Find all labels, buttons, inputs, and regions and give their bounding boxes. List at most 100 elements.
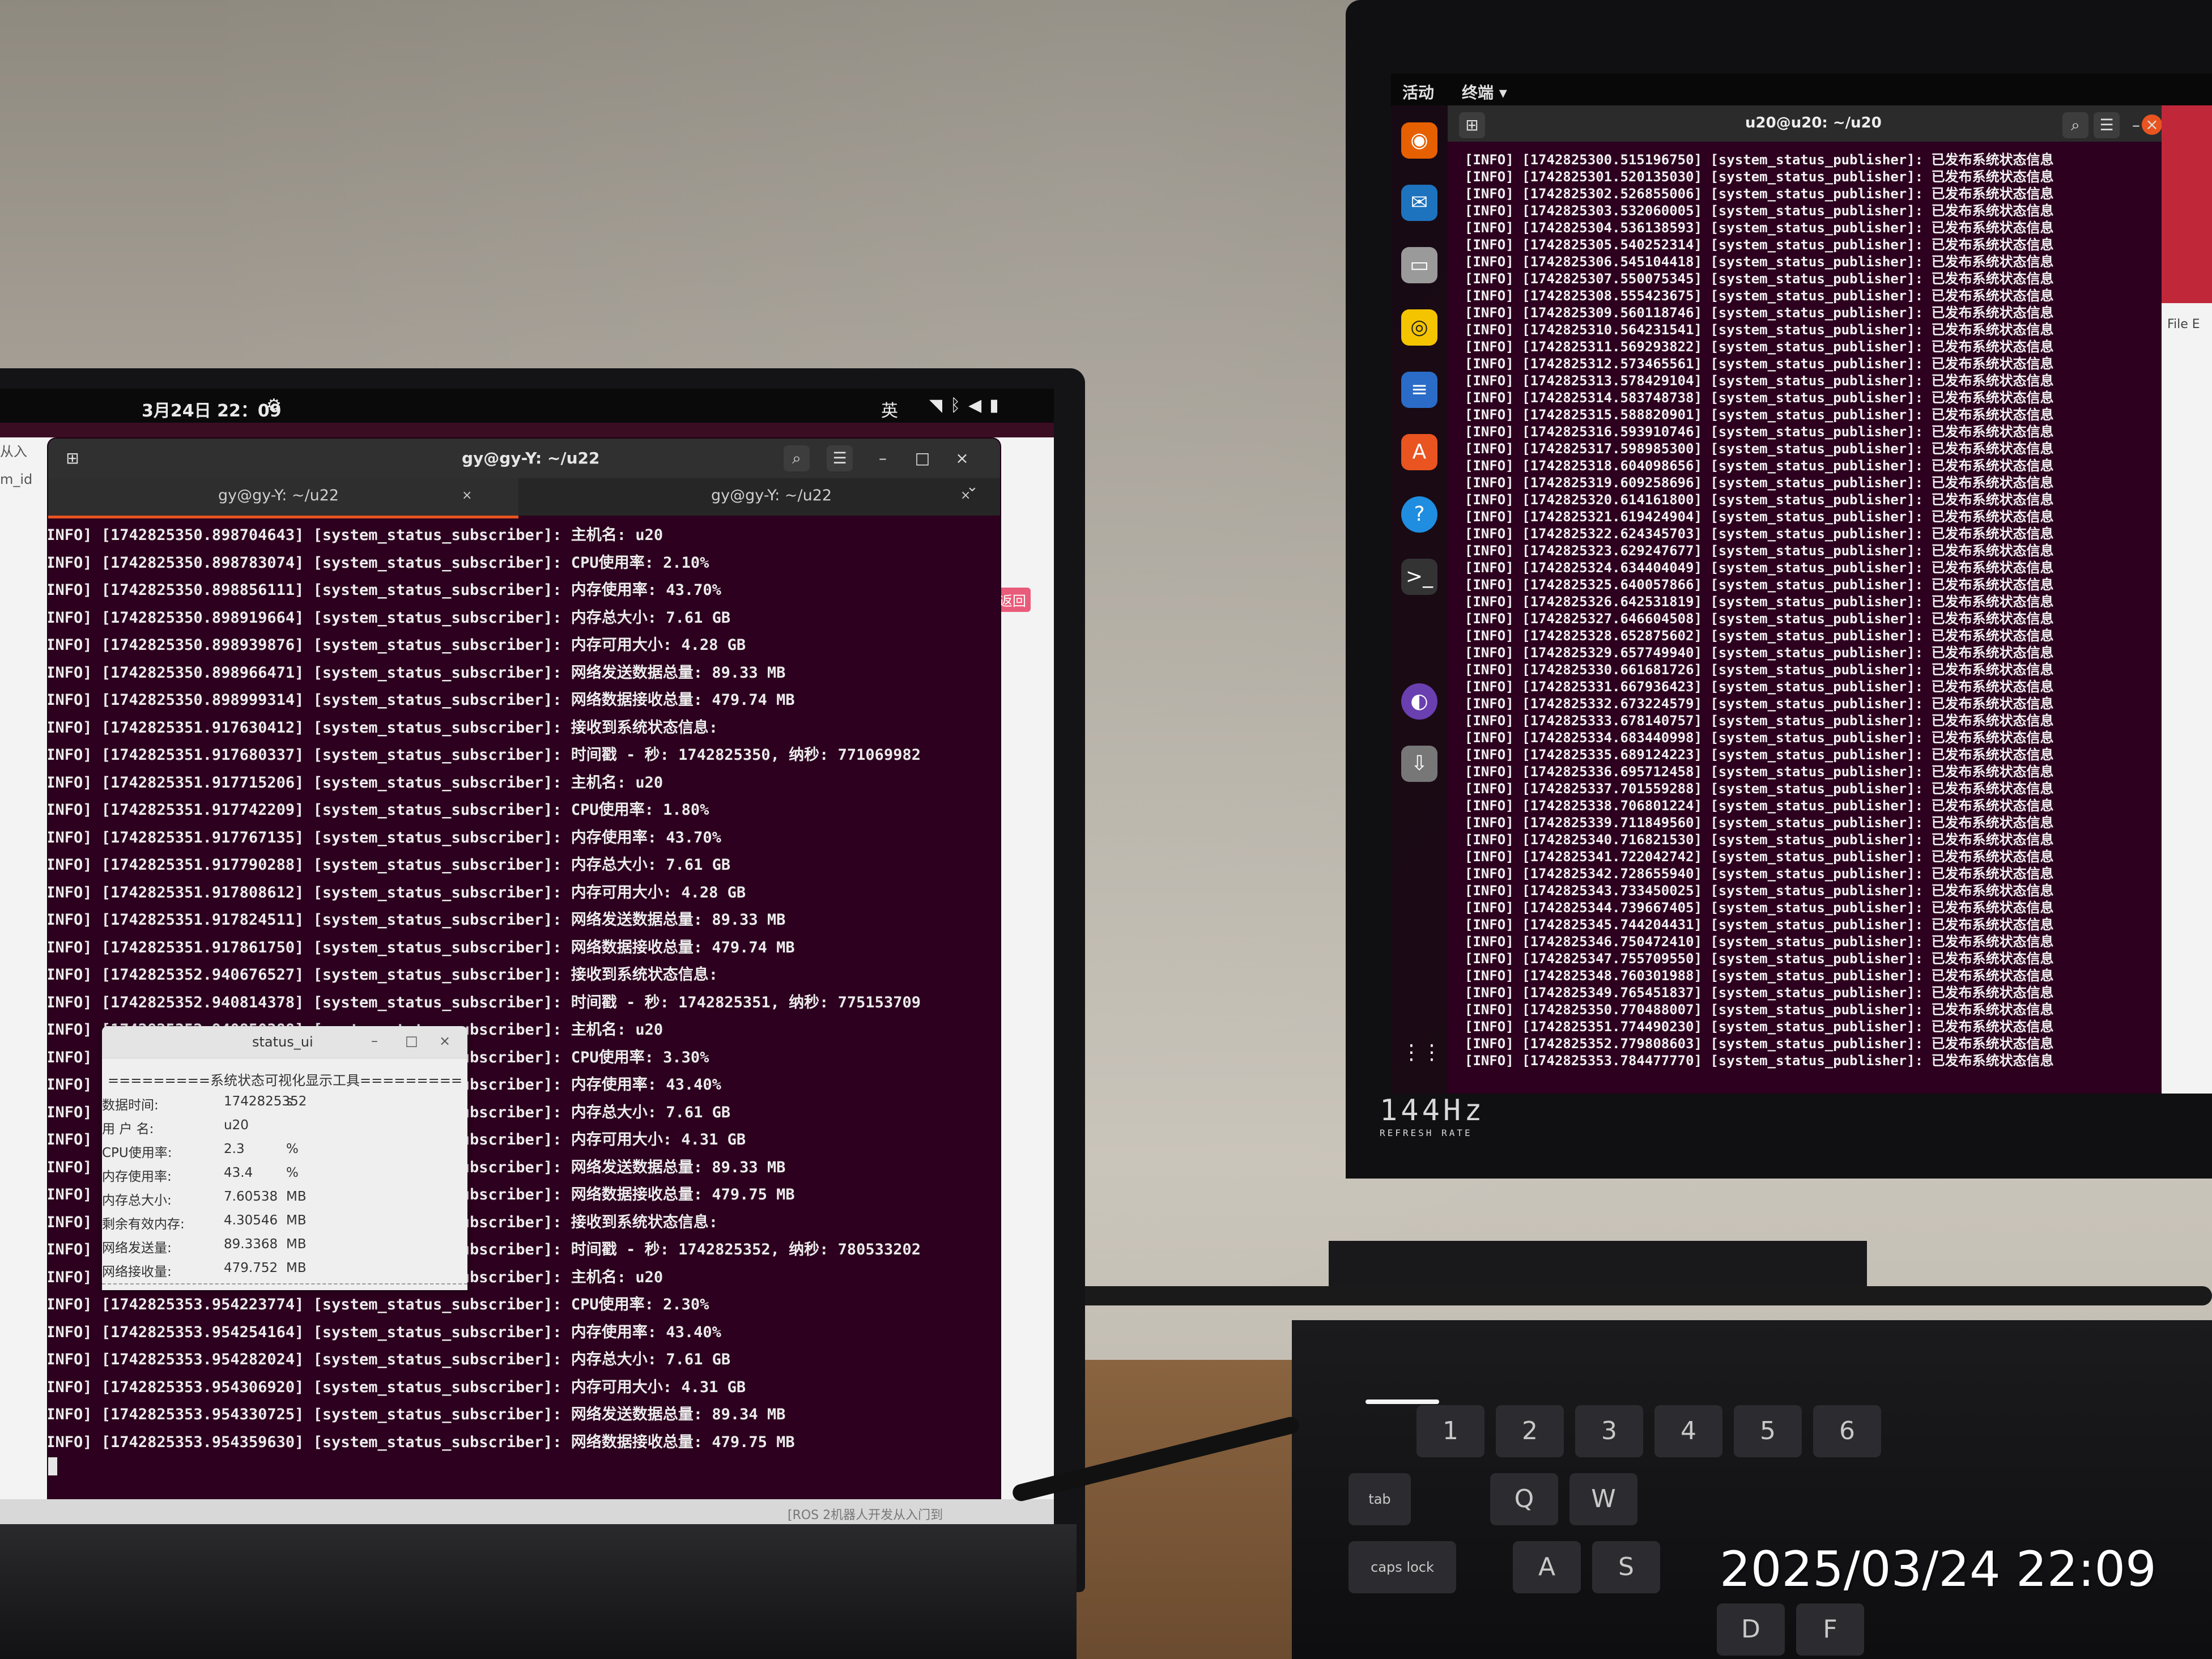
notification-bell-icon: ⚙ [266,395,282,415]
status-row-unit: MB [286,1237,307,1252]
publisher-log-line: [INFO] [1742825303.532060005] [system_st… [1465,203,2054,219]
publisher-log-line: [INFO] [1742825312.573465561] [system_st… [1465,356,2054,372]
status-row-unit: MB [286,1189,307,1204]
help-icon[interactable]: ? [1401,496,1437,533]
publisher-log-line: [INFO] [1742825335.689124223] [system_st… [1465,747,2054,763]
minimize-icon[interactable]: – [870,445,896,471]
key-w: W [1569,1473,1637,1525]
input-method-indicator[interactable]: 英 [881,397,898,422]
status-row-unit: MB [286,1261,307,1275]
search-icon[interactable]: ⌕ [2062,112,2088,138]
status-row-value: 2.3 [224,1142,245,1156]
status-row-unit: % [286,1165,299,1180]
status-row-unit: MB [286,1213,307,1228]
menu-icon[interactable]: ☰ [2094,112,2120,138]
search-icon[interactable]: ⌕ [784,445,810,471]
github-icon[interactable]: ◐ [1401,683,1437,720]
status-row-value: 479.752 [224,1261,278,1275]
key-2: 2 [1496,1405,1564,1457]
terminal-line: [INFO] [1742825351.917742209] [system_st… [48,801,709,819]
tab-2[interactable]: gy@gy-Y: ~/u22 × [518,478,972,516]
background-window-caption: [ROS 2机器人开发从入门到 [788,1508,943,1522]
tab-1[interactable]: gy@gy-Y: ~/u22 × [48,478,518,518]
power-indicator-light [1366,1399,1439,1404]
terminal-line: [INFO] [1742825350.898704643] [system_st… [48,526,663,544]
key-s: S [1592,1541,1660,1593]
terminal-line: [INFO] [1742825350.898966471] [system_st… [48,663,786,682]
publisher-log-line: [INFO] [1742825339.711849560] [system_st… [1465,815,2054,831]
publisher-log-line: [INFO] [1742825352.779808603] [system_st… [1465,1036,2054,1052]
activities-button[interactable]: 活动 [1402,80,1434,103]
rhythmbox-icon[interactable]: ◎ [1401,309,1437,346]
publisher-log-line: [INFO] [1742825328.652875602] [system_st… [1465,628,2054,644]
left-laptop-screen: 3月24日 22：09 ⚙ 英 ◥ᛒ◀▮ 从入 m_id 返回 ⊞ gy@gy-… [0,389,1054,1528]
publisher-log-line: [INFO] [1742825307.550075345] [system_st… [1465,271,2054,287]
close-icon[interactable]: × [2142,114,2162,135]
key-caps-lock: caps lock [1349,1541,1456,1593]
publisher-log-line: [INFO] [1742825326.642531819] [system_st… [1465,594,2054,610]
terminal-line: [INFO] [1742825353.954282024] [system_st… [48,1351,731,1368]
publisher-log-line: [INFO] [1742825305.540252314] [system_st… [1465,237,2054,253]
status-row: 数据时间: 1742825352 s [102,1094,467,1117]
status-row-unit: % [286,1142,299,1156]
new-tab-icon[interactable]: ⊞ [1459,112,1485,138]
publisher-log-line: [INFO] [1742825311.569293822] [system_st… [1465,339,2054,355]
background-window-text: 从入 [0,444,27,460]
publisher-log-line: [INFO] [1742825344.739667405] [system_st… [1465,900,2054,916]
tab-label: gy@gy-Y: ~/u22 [218,487,339,504]
publisher-log-line: [INFO] [1742825322.624345703] [system_st… [1465,526,2054,542]
publisher-log-line: [INFO] [1742825345.744204431] [system_st… [1465,917,2054,933]
publisher-log-line: [INFO] [1742825324.634404049] [system_st… [1465,560,2054,576]
minimize-icon[interactable]: – [371,1033,378,1049]
topbar-clock[interactable]: 3月24日 22：09 [142,397,282,422]
terminal-line: [INFO] [1742825351.917808612] [system_st… [48,883,746,901]
publisher-log-line: [INFO] [1742825310.564231541] [system_st… [1465,322,2054,338]
files-icon[interactable]: ▭ [1401,247,1437,283]
publisher-log-line: [INFO] [1742825348.760301988] [system_st… [1465,968,2054,984]
app-menu-terminal[interactable]: 终端 ▾ [1462,80,1507,103]
status-row-value: 43.4 [224,1165,253,1180]
tab-dropdown-icon[interactable]: ⌄ [966,478,979,495]
monitor-terminal-window[interactable]: ⊞ u20@u20: ~/u20 ⌕ ☰ – × [INFO] [1742825… [1448,105,2162,1094]
key-d: D [1717,1603,1785,1656]
status-row-unit: s [286,1094,293,1109]
status-ui-header: status_ui – □ × [102,1026,467,1058]
laptop-terminal-header: ⊞ gy@gy-Y: ~/u22 ⌕ ☰ – □ × [48,439,1000,478]
publisher-log-line: [INFO] [1742825325.640057866] [system_st… [1465,577,2054,593]
monitor-topbar: 活动 终端 ▾ [1391,74,2212,105]
menu-icon[interactable]: ☰ [827,445,853,471]
monitor-terminal-output: [INFO] [1742825300.515196750] [system_st… [1448,146,2162,1094]
terminal-line: [INFO] [1742825350.898919664] [system_st… [48,609,731,627]
show-apps-icon[interactable]: ⋮⋮ [1401,1035,1442,1071]
laptop-terminal-window[interactable]: ⊞ gy@gy-Y: ~/u22 ⌕ ☰ – □ × gy@gy-Y: ~/u2… [48,439,1000,1504]
writer-icon[interactable]: ≡ [1401,372,1437,408]
status-row-value: 4.30546 [224,1213,278,1228]
software-center-icon[interactable]: A [1401,434,1437,470]
maximize-icon[interactable]: □ [909,445,935,471]
terminal-line: [INFO] [1742825353.954223774] [system_st… [48,1296,709,1313]
thunderbird-icon[interactable]: ✉ [1401,185,1437,221]
close-icon[interactable]: × [439,1033,450,1049]
usb-drive-icon[interactable]: ⇩ [1401,746,1437,782]
status-row-value: u20 [224,1118,249,1133]
terminal-icon[interactable]: >_ [1401,559,1437,595]
refresh-hz-label: 144Hz [1380,1094,1486,1128]
publisher-log-line: [INFO] [1742825300.515196750] [system_st… [1465,152,2054,168]
tab-close-icon[interactable]: × [462,478,472,513]
firefox-icon[interactable]: ◉ [1401,122,1437,159]
terminal-tab-bar: gy@gy-Y: ~/u22 × gy@gy-Y: ~/u22 × ⌄ [48,478,1000,518]
system-tray[interactable]: ◥ᛒ◀▮ [929,395,1007,415]
maximize-icon[interactable]: □ [405,1033,418,1049]
publisher-log-line: [INFO] [1742825315.588820901] [system_st… [1465,407,2054,423]
terminal-line: [INFO] [1742825353.954359630] [system_st… [48,1433,795,1451]
status-row: 网络接收量: 479.752 MB [102,1261,467,1283]
publisher-log-line: [INFO] [1742825341.722042742] [system_st… [1465,849,2054,865]
key-tab: tab [1349,1473,1411,1525]
battery-icon: ▮ [989,395,1007,415]
publisher-log-line: [INFO] [1742825321.619424904] [system_st… [1465,509,2054,525]
status-ui-window[interactable]: status_ui – □ × =========系统状态可视化显示工具====… [102,1026,467,1290]
new-tab-icon[interactable]: ⊞ [59,445,86,471]
key-a: A [1513,1541,1581,1593]
close-icon[interactable]: × [949,445,975,471]
ubuntu-topbar: 3月24日 22：09 ⚙ 英 ◥ᛒ◀▮ [0,389,1054,423]
